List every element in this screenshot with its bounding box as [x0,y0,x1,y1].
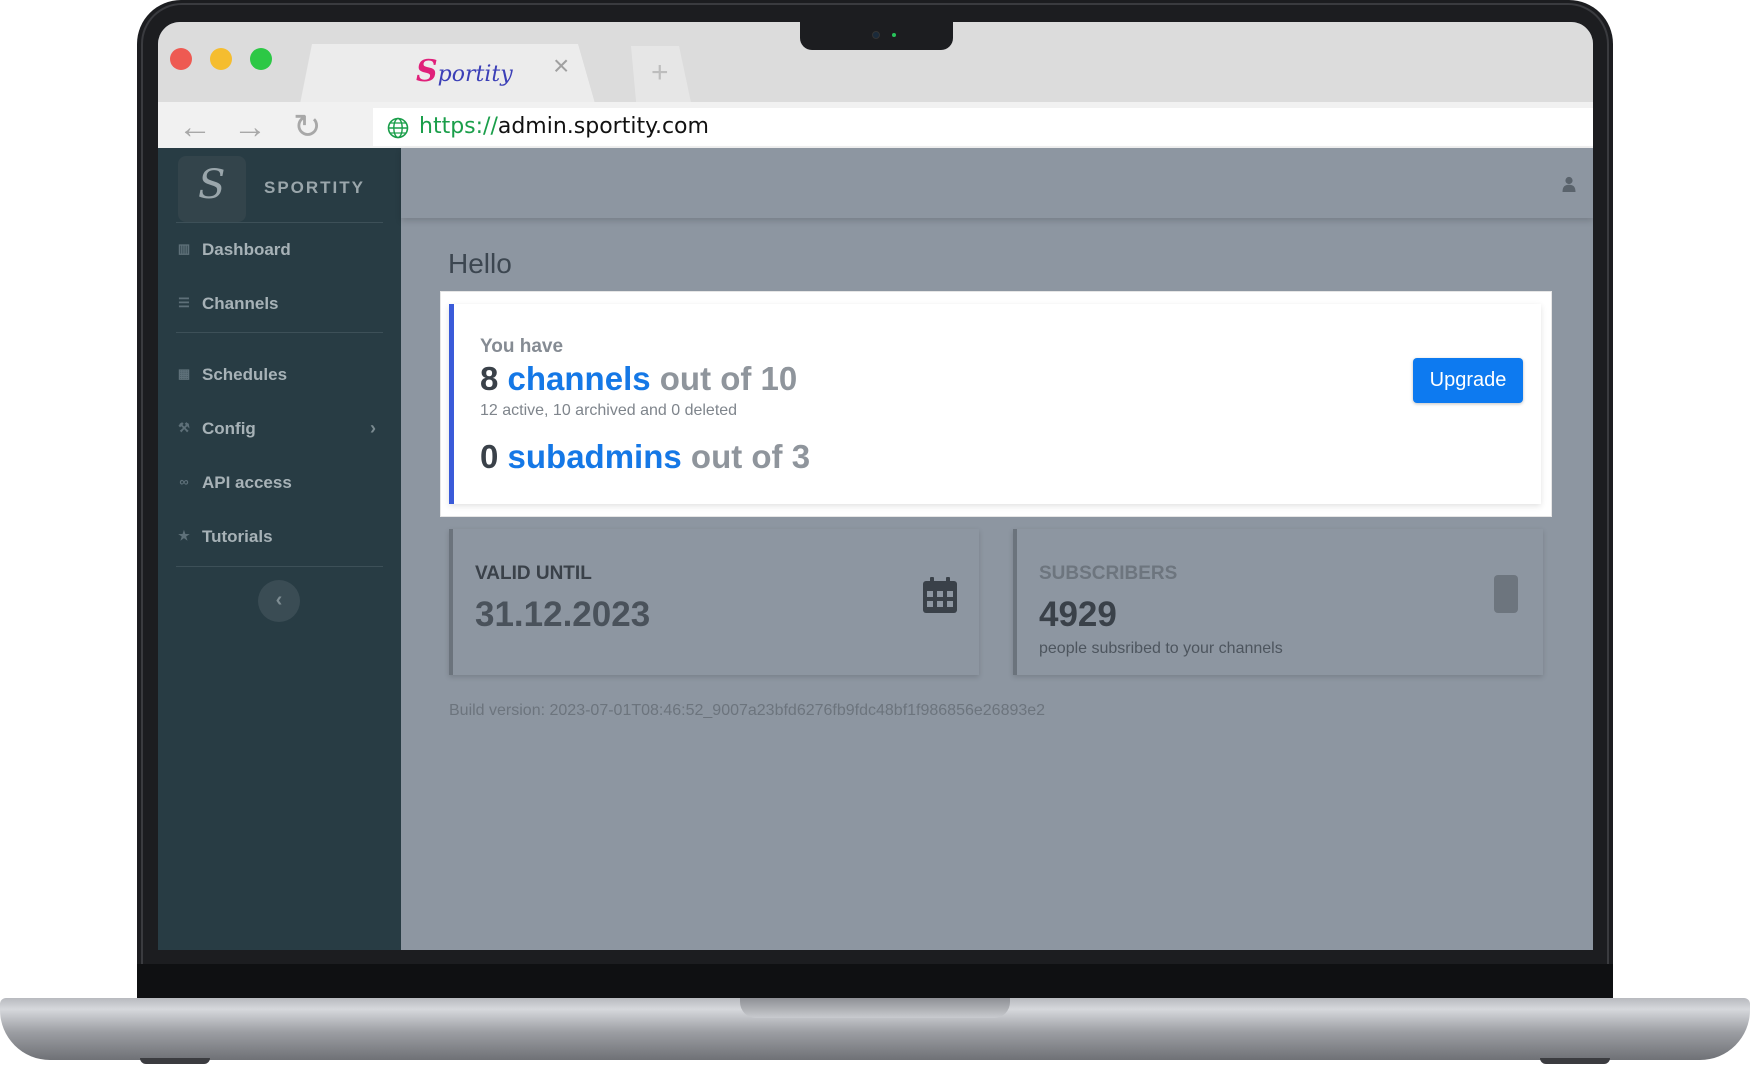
chart-icon: ▥ [177,241,191,256]
chevron-right-icon: › [370,418,376,438]
subscribers-card: SUBSCRIBERS 4929 people subsribed to you… [1013,529,1543,675]
url-host: admin.sportity.com [497,114,709,139]
screen: Sportity × + ← → ↻ https://admin.sportit… [158,22,1593,950]
plus-icon: + [651,56,669,89]
sidebar-item-api-access[interactable]: ∞ API access [176,467,386,501]
brand-name: SPORTITY [264,178,366,197]
admin-app: S SPORTITY ▥ Dashboard ☰ Channels ▦ Sche… [158,148,1593,950]
tab-title: portity [437,62,513,87]
valid-until-card: VALID UNTIL 31.12.2023 [449,529,979,675]
plan-usage-card: You have 8 channels out of 10 12 active,… [449,304,1541,504]
forward-arrow-icon[interactable]: → [233,110,267,144]
sidebar-divider [176,222,383,223]
laptop-chin [137,964,1613,1000]
sidebar-item-channels[interactable]: ☰ Channels [176,288,386,322]
camera-notch [800,22,953,50]
sidebar-item-label: Config [202,419,256,438]
valid-until-label: VALID UNTIL [475,563,592,584]
tab-close-icon[interactable]: × [553,52,569,80]
page-title: Hello [448,248,512,279]
brand-logo-letter: S [198,162,226,208]
user-icon[interactable] [1562,176,1576,192]
maximize-window-button[interactable] [250,48,272,70]
mobile-phone-icon [1494,575,1518,613]
subscribers-label: SUBSCRIBERS [1039,563,1178,584]
link-icon: ∞ [179,474,189,489]
laptop-foot-right [1540,1058,1610,1064]
sidebar-brand[interactable]: S SPORTITY [178,156,368,222]
sidebar-item-label: Channels [202,294,279,313]
channels-usage: 8 channels out of 10 [480,360,797,398]
back-arrow-icon[interactable]: ← [178,110,212,144]
channels-count: 8 [480,360,499,397]
calendar-icon [923,577,957,613]
subadmins-link[interactable]: subadmins [508,438,682,475]
subscribers-note: people subsribed to your channels [1039,640,1283,657]
laptop-foot-left [140,1058,210,1064]
tab-logo-letter: S [416,54,438,89]
camera-led [892,33,896,37]
subscribers-value: 4929 [1039,595,1117,634]
reload-icon[interactable]: ↻ [293,110,322,144]
minimize-window-button[interactable] [210,48,232,70]
sidebar-item-label: API access [202,473,292,492]
wrench-icon: ⚒ [178,420,190,435]
subadmins-limit: out of 3 [690,438,811,475]
url-protocol: https:// [419,114,498,139]
channels-limit: out of 10 [659,360,798,397]
address-bar[interactable]: https://admin.sportity.com [373,108,1593,146]
sportity-logo: S [178,156,246,222]
globe-icon [387,117,409,139]
laptop-thumb-notch [740,998,1010,1018]
sidebar-item-dashboard[interactable]: ▥ Dashboard [176,234,386,268]
build-version: Build version: 2023-07-01T08:46:52_9007a… [449,702,1046,719]
close-window-button[interactable] [170,48,192,70]
list-icon: ☰ [178,295,190,310]
top-bar [401,148,1593,218]
valid-until-value: 31.12.2023 [475,595,651,634]
sidebar-item-label: Tutorials [202,527,273,546]
sidebar: S SPORTITY ▥ Dashboard ☰ Channels ▦ Sche… [158,148,401,950]
subadmins-count: 0 [480,438,499,475]
sidebar-collapse-button[interactable]: ‹ [258,580,300,622]
sidebar-divider [176,566,383,567]
sidebar-item-label: Schedules [202,365,288,384]
star-icon: ★ [178,528,190,543]
subadmins-usage: 0 subadmins out of 3 [480,438,810,476]
sidebar-divider [176,332,383,333]
channels-link[interactable]: channels [508,360,651,397]
sidebar-item-label: Dashboard [202,240,291,259]
sidebar-item-schedules[interactable]: ▦ Schedules [176,359,386,393]
plan-intro: You have [480,336,564,357]
calendar-icon: ▦ [177,366,191,381]
url-text[interactable]: https://admin.sportity.com [419,114,709,139]
tab-logo: Sportity [416,54,513,89]
channels-breakdown: 12 active, 10 archived and 0 deleted [480,402,738,419]
camera-icon [872,31,880,39]
sidebar-item-tutorials[interactable]: ★ Tutorials [176,521,386,555]
upgrade-button[interactable]: Upgrade [1413,358,1523,403]
sidebar-item-config[interactable]: ⚒ Config › [176,413,386,447]
